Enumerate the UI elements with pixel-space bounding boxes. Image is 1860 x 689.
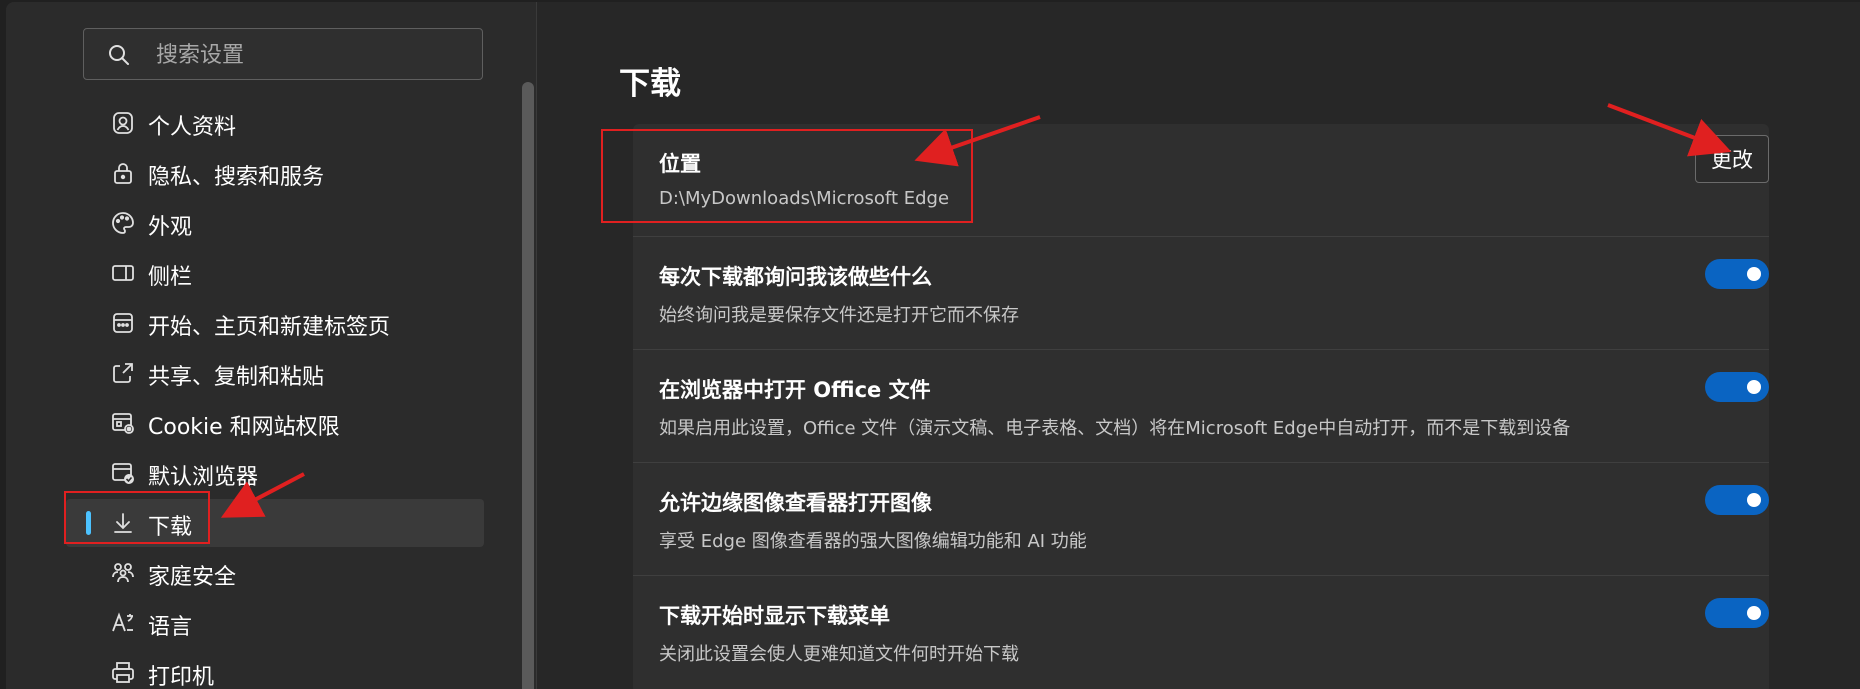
sidebar-icon	[110, 260, 136, 286]
sidebar-item-privacy[interactable]: 隐私、搜索和服务	[66, 149, 484, 197]
sidebar: 个人资料 隐私、搜索和服务 外观 侧栏 开始、主页和新建标签页	[6, 2, 537, 689]
sidebar-item-label: 共享、复制和粘贴	[148, 365, 325, 390]
sidebar-item-label: 外观	[148, 215, 193, 240]
location-highlight-box	[601, 129, 973, 223]
change-location-button[interactable]: 更改	[1695, 135, 1769, 183]
toggle-knob	[1747, 606, 1761, 620]
ask-each-download-toggle[interactable]	[1705, 259, 1769, 289]
image-viewer-toggle[interactable]	[1705, 485, 1769, 515]
search-box[interactable]	[83, 28, 483, 81]
open-office-toggle[interactable]	[1705, 372, 1769, 402]
setting-title: 下载开始时显示下载菜单	[659, 604, 890, 628]
sidebar-item-label: 默认浏览器	[148, 465, 259, 490]
setting-title: 每次下载都询问我该做些什么	[659, 265, 932, 289]
sidebar-item-family[interactable]: 家庭安全	[66, 549, 484, 597]
sidebar-scrollbar[interactable]	[522, 82, 534, 689]
sidebar-item-default-browser[interactable]: 默认浏览器	[66, 449, 484, 497]
sidebar-item-label: 侧栏	[148, 265, 193, 290]
toggle-knob	[1747, 493, 1761, 507]
site-permissions-icon	[110, 410, 136, 436]
settings-window: 个人资料 隐私、搜索和服务 外观 侧栏 开始、主页和新建标签页	[6, 2, 1860, 689]
sidebar-item-cookies[interactable]: Cookie 和网站权限	[66, 399, 484, 447]
sidebar-item-language[interactable]: 语言	[66, 599, 484, 647]
sidebar-item-share[interactable]: 共享、复制和粘贴	[66, 349, 484, 397]
setting-desc: 如果启用此设置，Office 文件（演示文稿、电子表格、文档）将在Microso…	[659, 418, 1571, 439]
sidebar-item-printers[interactable]: 打印机	[66, 649, 484, 689]
default-browser-icon	[110, 460, 136, 486]
setting-desc: 始终询问我是要保存文件还是打开它而不保存	[659, 305, 1019, 326]
setting-row-image-viewer: 允许边缘图像查看器打开图像 享受 Edge 图像查看器的强大图像编辑功能和 AI…	[633, 463, 1769, 576]
setting-row-open-office: 在浏览器中打开 Office 文件 如果启用此设置，Office 文件（演示文稿…	[633, 350, 1769, 463]
toggle-knob	[1747, 380, 1761, 394]
setting-title: 允许边缘图像查看器打开图像	[659, 491, 932, 515]
sidebar-item-label: 个人资料	[148, 115, 237, 140]
downloads-highlight-box	[64, 491, 210, 544]
setting-row-ask-each-download: 每次下载都询问我该做些什么 始终询问我是要保存文件还是打开它而不保存	[633, 237, 1769, 350]
palette-icon	[110, 210, 136, 236]
sidebar-item-label: Cookie 和网站权限	[148, 415, 340, 440]
lock-icon	[110, 160, 136, 186]
sidebar-item-label: 开始、主页和新建标签页	[148, 315, 391, 340]
share-icon	[110, 360, 136, 386]
sidebar-item-start-home[interactable]: 开始、主页和新建标签页	[66, 299, 484, 347]
sidebar-item-label: 语言	[148, 615, 193, 640]
toggle-knob	[1747, 267, 1761, 281]
search-icon	[106, 42, 132, 68]
setting-desc: 关闭此设置会使人更难知道文件何时开始下载	[659, 644, 1019, 665]
main-content: 下载 位置 D:\MyDownloads\Microsoft Edge 更改 每…	[537, 2, 1860, 689]
search-input[interactable]	[154, 29, 478, 81]
sidebar-item-appearance[interactable]: 外观	[66, 199, 484, 247]
setting-row-show-download-menu: 下载开始时显示下载菜单 关闭此设置会使人更难知道文件何时开始下载	[633, 576, 1769, 689]
language-icon	[110, 610, 136, 636]
printer-icon	[110, 660, 136, 686]
sidebar-item-label: 隐私、搜索和服务	[148, 165, 325, 190]
sidebar-item-profile[interactable]: 个人资料	[66, 99, 484, 147]
page-title: 下载	[619, 66, 681, 102]
sidebar-item-label: 打印机	[148, 665, 215, 689]
sidebar-item-label: 家庭安全	[148, 565, 237, 590]
home-tabs-icon	[110, 310, 136, 336]
setting-title: 在浏览器中打开 Office 文件	[659, 378, 931, 402]
profile-icon	[110, 110, 136, 136]
show-download-menu-toggle[interactable]	[1705, 598, 1769, 628]
sidebar-item-sidebar[interactable]: 侧栏	[66, 249, 484, 297]
family-icon	[110, 560, 136, 586]
setting-desc: 享受 Edge 图像查看器的强大图像编辑功能和 AI 功能	[659, 531, 1087, 552]
